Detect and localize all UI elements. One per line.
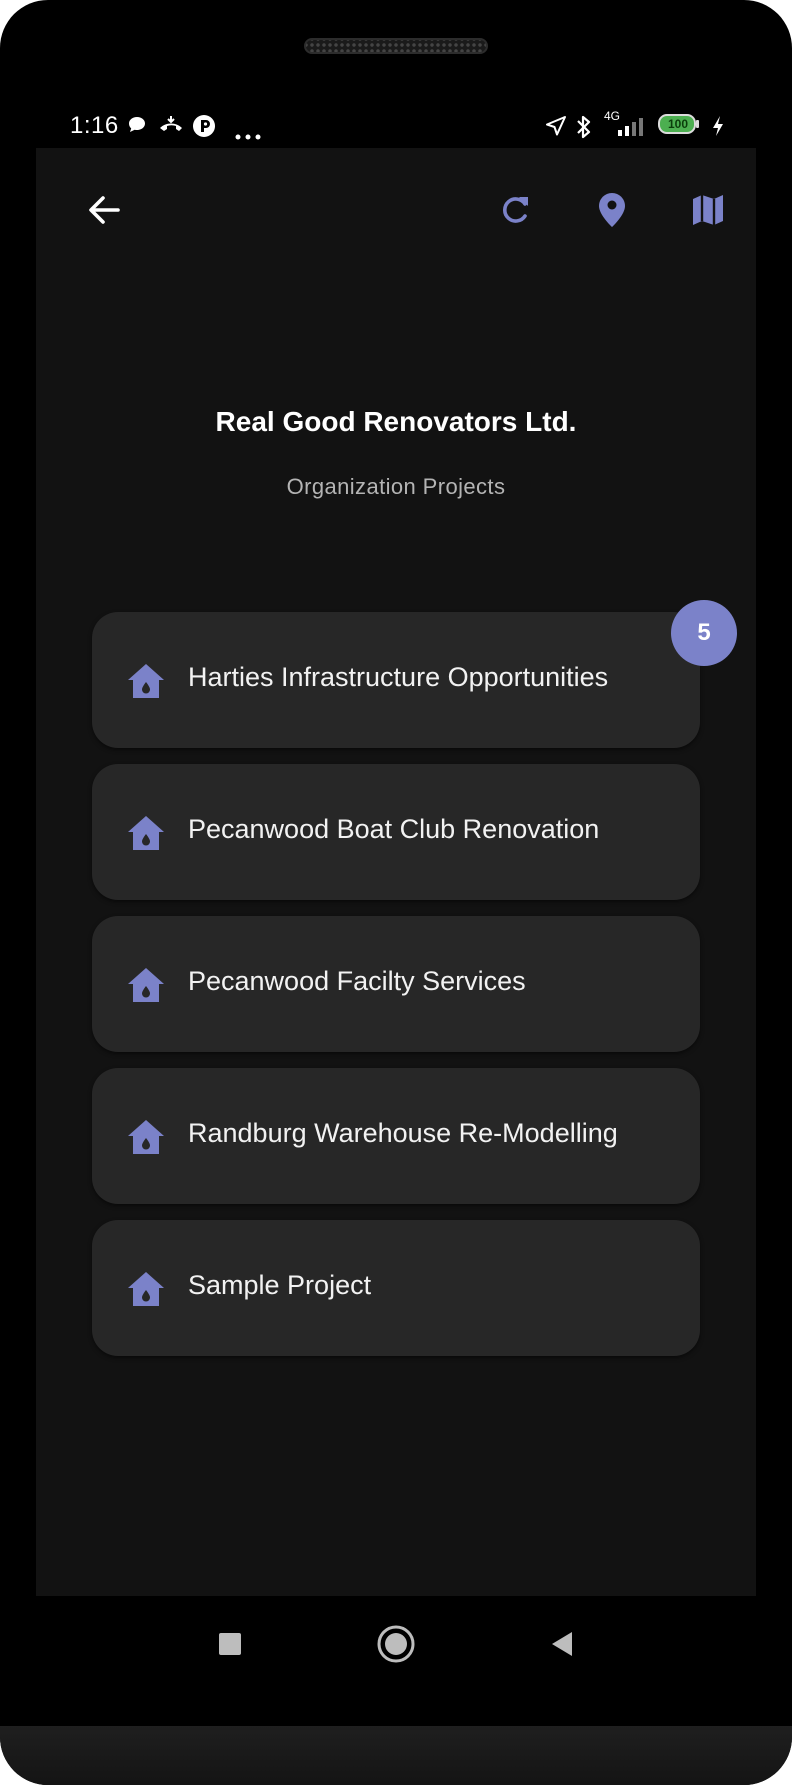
project-name: Pecanwood Facilty Services — [188, 966, 526, 996]
app-screen: Real Good Renovators Ltd. Organization P… — [36, 148, 756, 1596]
project-card-harties[interactable]: Harties Infrastructure Opportunities — [92, 612, 700, 748]
chat-bubble-icon — [126, 114, 148, 143]
project-house-icon — [126, 814, 166, 857]
more-dots-icon — [234, 120, 262, 148]
project-card-pecanwood-boat-club[interactable]: Pecanwood Boat Club Renovation — [92, 764, 700, 900]
project-list: Harties Infrastructure Opportunities Pec… — [92, 612, 700, 1372]
project-house-icon — [126, 966, 166, 1009]
back-arrow-icon — [85, 191, 123, 234]
battery-level: 100 — [667, 117, 689, 131]
status-time: 1:16 — [70, 112, 119, 139]
home-circle-icon — [375, 1623, 417, 1670]
project-house-icon — [126, 1270, 166, 1313]
project-count-badge: 5 — [671, 600, 737, 666]
back-nav-button[interactable] — [536, 1620, 588, 1672]
location-arrow-icon — [544, 114, 568, 145]
refresh-button[interactable] — [488, 184, 544, 240]
project-card-pecanwood-facility[interactable]: Pecanwood Facilty Services — [92, 916, 700, 1052]
project-house-icon — [126, 662, 166, 705]
back-button[interactable] — [76, 184, 132, 240]
back-triangle-icon — [548, 1629, 576, 1664]
phone-bottom-bezel — [0, 1726, 792, 1785]
project-name: Pecanwood Boat Club Renovation — [188, 814, 600, 844]
organization-subtitle: Organization Projects — [286, 474, 506, 499]
project-house-icon — [126, 1118, 166, 1161]
app-notification-icon — [192, 114, 216, 145]
charging-icon — [710, 114, 726, 145]
status-bar: 1:16 4G 100 — [36, 106, 756, 150]
project-name: Harties Infrastructure Opportunities — [188, 662, 609, 692]
call-forwarding-icon — [158, 114, 184, 143]
recents-square-icon — [216, 1630, 244, 1663]
map-icon — [691, 193, 725, 232]
organization-title: Real Good Renovators Ltd. — [215, 406, 577, 437]
map-button[interactable] — [680, 184, 736, 240]
system-nav-bar — [36, 1596, 756, 1696]
bluetooth-icon — [576, 114, 592, 147]
project-name: Sample Project — [188, 1270, 372, 1300]
project-name: Randburg Warehouse Re-Modelling — [188, 1118, 618, 1148]
location-button[interactable] — [584, 184, 640, 240]
project-card-randburg[interactable]: Randburg Warehouse Re-Modelling — [92, 1068, 700, 1204]
signal-icon — [616, 114, 648, 145]
refresh-icon — [499, 193, 533, 232]
home-button[interactable] — [370, 1620, 422, 1672]
project-card-sample[interactable]: Sample Project — [92, 1220, 700, 1356]
location-pin-icon — [597, 192, 627, 233]
recents-button[interactable] — [204, 1620, 256, 1672]
earpiece-speaker — [304, 38, 488, 54]
phone-frame: 1:16 4G 100 Real Good Renovators Ltd. Or… — [0, 0, 792, 1785]
